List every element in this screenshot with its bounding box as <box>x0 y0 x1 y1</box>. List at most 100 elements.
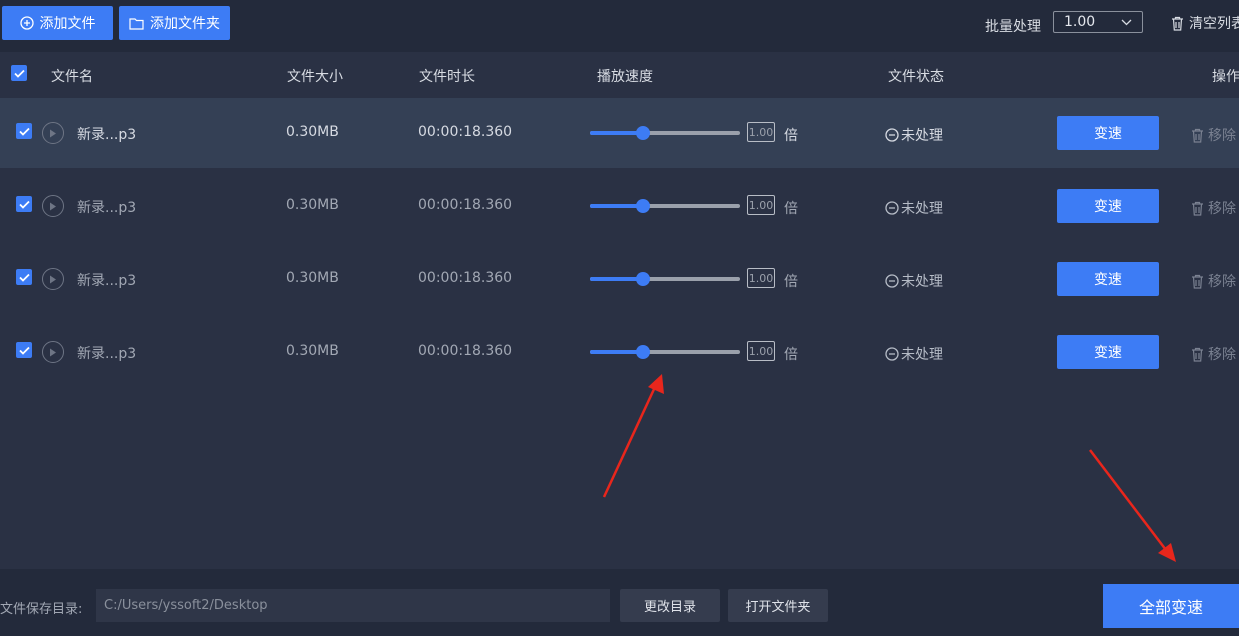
file-duration: 00:00:18.360 <box>418 124 513 140</box>
status-label: 未处理 <box>901 274 943 290</box>
change-speed-button[interactable]: 变速 <box>1057 262 1159 296</box>
file-table: 文件名 文件大小 文件时长 播放速度 文件状态 操作 新录...p3 0.30M… <box>0 52 1239 569</box>
row-checkbox[interactable] <box>16 196 32 212</box>
speed-input[interactable]: 1.00 <box>747 195 775 215</box>
remove-button[interactable]: 移除 <box>1191 271 1236 291</box>
remove-label: 移除 <box>1208 201 1236 217</box>
change-dir-button[interactable]: 更改目录 <box>620 589 720 622</box>
folder-icon <box>129 17 144 30</box>
play-button[interactable] <box>42 341 64 363</box>
remove-label: 移除 <box>1208 347 1236 363</box>
file-size: 0.30MB <box>286 270 339 286</box>
file-size: 0.30MB <box>286 343 339 359</box>
speed-unit: 倍 <box>784 347 798 363</box>
speed-slider[interactable] <box>590 199 740 213</box>
speed-slider[interactable] <box>590 126 740 140</box>
status-label: 未处理 <box>901 128 943 144</box>
speed-input[interactable]: 1.00 <box>747 122 775 142</box>
row-checkbox[interactable] <box>16 342 32 358</box>
change-speed-button[interactable]: 变速 <box>1057 335 1159 369</box>
header-action: 操作 <box>1212 69 1239 85</box>
play-button[interactable] <box>42 122 64 144</box>
speed-unit: 倍 <box>784 128 798 144</box>
speed-slider[interactable] <box>590 345 740 359</box>
table-row[interactable]: 新录...p3 0.30MB 00:00:18.360 1.00 倍 未处理 变… <box>0 317 1239 387</box>
status-badge: 未处理 <box>885 125 943 145</box>
speed-slider-handle[interactable] <box>635 126 650 140</box>
speed-slider-handle[interactable] <box>635 199 650 213</box>
check-icon <box>13 69 25 78</box>
status-label: 未处理 <box>901 347 943 363</box>
table-row[interactable]: 新录...p3 0.30MB 00:00:18.360 1.00 倍 未处理 变… <box>0 171 1239 241</box>
table-row[interactable]: 新录...p3 0.30MB 00:00:18.360 1.00 倍 未处理 变… <box>0 98 1239 168</box>
check-icon <box>18 273 30 282</box>
add-folder-button[interactable]: 添加文件夹 <box>119 6 230 40</box>
check-icon <box>18 200 30 209</box>
table-row[interactable]: 新录...p3 0.30MB 00:00:18.360 1.00 倍 未处理 变… <box>0 244 1239 314</box>
speed-slider-handle[interactable] <box>635 345 650 359</box>
header-name: 文件名 <box>51 69 93 85</box>
trash-icon <box>1192 128 1203 143</box>
bottom-bar: 文件保存目录: C:/Users/yssoft2/Desktop 更改目录 打开… <box>0 569 1239 636</box>
change-speed-button[interactable]: 变速 <box>1057 116 1159 150</box>
remove-label: 移除 <box>1208 128 1236 144</box>
open-folder-button[interactable]: 打开文件夹 <box>728 589 828 622</box>
clear-list-label: 清空列表 <box>1189 16 1239 32</box>
speed-input[interactable]: 1.00 <box>747 268 775 288</box>
remove-label: 移除 <box>1208 274 1236 290</box>
header-duration: 文件时长 <box>419 69 475 85</box>
plus-circle-icon <box>19 16 34 30</box>
file-name: 新录...p3 <box>77 200 137 216</box>
speed-unit: 倍 <box>784 274 798 290</box>
add-folder-label: 添加文件夹 <box>150 16 220 32</box>
speed-slider[interactable] <box>590 272 740 286</box>
speed-slider-fill <box>590 277 643 281</box>
change-speed-button[interactable]: 变速 <box>1057 189 1159 223</box>
remove-button[interactable]: 移除 <box>1191 125 1236 145</box>
speed-slider-fill <box>590 204 643 208</box>
play-icon <box>50 129 56 137</box>
clear-list-button[interactable]: 清空列表 <box>1171 13 1239 33</box>
batch-label: 批量处理 <box>985 19 1041 35</box>
speed-slider-fill <box>590 131 643 135</box>
check-icon <box>18 346 30 355</box>
file-duration: 00:00:18.360 <box>418 343 513 359</box>
chevron-down-icon <box>1121 19 1132 25</box>
speed-unit: 倍 <box>784 201 798 217</box>
trash-icon <box>1172 16 1183 31</box>
status-badge: 未处理 <box>885 271 943 291</box>
file-size: 0.30MB <box>286 197 339 213</box>
table-header: 文件名 文件大小 文件时长 播放速度 文件状态 操作 <box>0 52 1239 98</box>
add-file-button[interactable]: 添加文件 <box>2 6 113 40</box>
batch-speed-select[interactable]: 1.00 <box>1053 11 1143 33</box>
row-checkbox[interactable] <box>16 123 32 139</box>
batch-speed-value: 1.00 <box>1064 14 1096 30</box>
minus-circle-icon <box>885 347 899 361</box>
file-name: 新录...p3 <box>77 346 137 362</box>
speed-input[interactable]: 1.00 <box>747 341 775 361</box>
minus-circle-icon <box>885 274 899 288</box>
header-size: 文件大小 <box>287 69 343 85</box>
play-icon <box>50 348 56 356</box>
status-badge: 未处理 <box>885 198 943 218</box>
speed-slider-handle[interactable] <box>635 272 650 286</box>
play-button[interactable] <box>42 195 64 217</box>
minus-circle-icon <box>885 128 899 142</box>
process-all-button[interactable]: 全部变速 <box>1103 584 1239 628</box>
remove-button[interactable]: 移除 <box>1191 198 1236 218</box>
play-icon <box>50 275 56 283</box>
top-toolbar: 添加文件 添加文件夹 批量处理 1.00 清空列表 <box>0 0 1239 50</box>
check-icon <box>18 127 30 136</box>
select-all-checkbox[interactable] <box>11 65 27 81</box>
file-duration: 00:00:18.360 <box>418 197 513 213</box>
status-label: 未处理 <box>901 201 943 217</box>
save-dir-input[interactable]: C:/Users/yssoft2/Desktop <box>96 589 610 622</box>
remove-button[interactable]: 移除 <box>1191 344 1236 364</box>
row-checkbox[interactable] <box>16 269 32 285</box>
status-badge: 未处理 <box>885 344 943 364</box>
trash-icon <box>1192 274 1203 289</box>
header-speed: 播放速度 <box>597 69 653 85</box>
minus-circle-icon <box>885 201 899 215</box>
file-name: 新录...p3 <box>77 273 137 289</box>
play-button[interactable] <box>42 268 64 290</box>
